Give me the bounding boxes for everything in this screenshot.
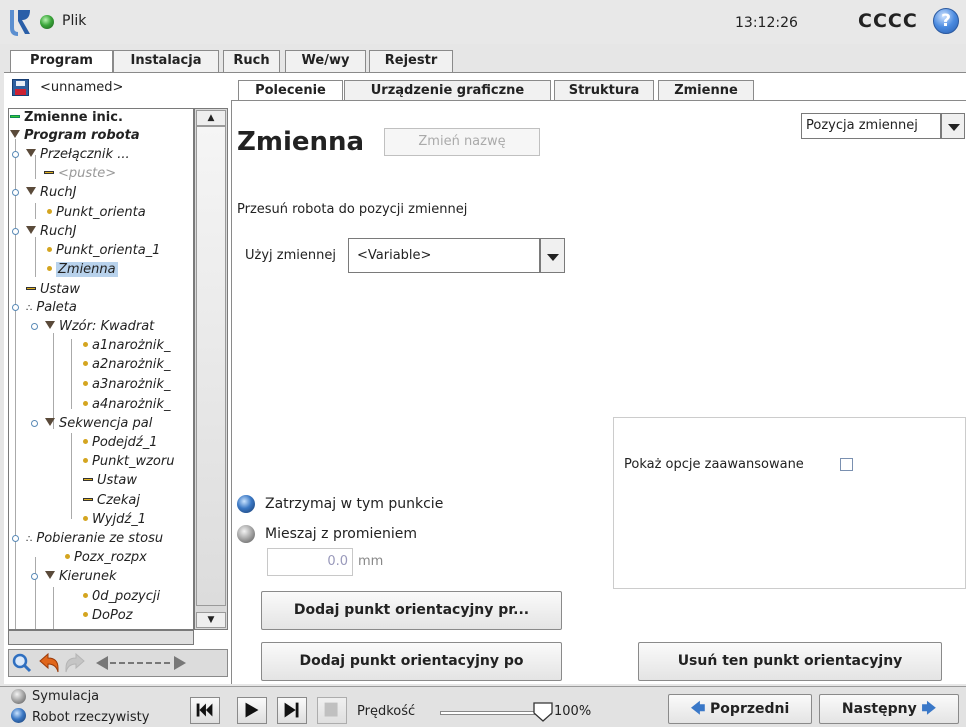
stop-icon xyxy=(324,702,338,717)
tree-node[interactable]: Punkt_wzoru xyxy=(83,454,174,470)
tree-node[interactable]: Punkt_orienta xyxy=(47,205,146,221)
tree-node[interactable]: Przełącznik ... xyxy=(26,147,130,163)
tree-node[interactable]: Sekwencja pal xyxy=(45,416,152,432)
next-label: Następny xyxy=(841,701,917,717)
tree-node[interactable]: Ustaw xyxy=(26,282,80,298)
tab-command[interactable]: Polecenie xyxy=(238,80,343,101)
tree-node[interactable]: Kierunek xyxy=(45,569,116,585)
variable-select[interactable]: <Variable> xyxy=(348,238,540,273)
tab-log[interactable]: Rejestr xyxy=(369,50,453,72)
advanced-options-label: Pokaż opcje zaawansowane xyxy=(624,457,804,472)
tree-node[interactable]: a1narożnik_ xyxy=(83,338,170,354)
program-tree[interactable]: Zmienne inic. Program robota Przełącznik… xyxy=(8,108,194,630)
clock: 13:12:26 xyxy=(735,15,798,31)
previous-button[interactable]: 🡄 Poprzedni xyxy=(668,694,812,724)
top-bar xyxy=(0,0,966,44)
delete-waypoint-button[interactable]: Usuń ten punkt orientacyjny xyxy=(638,642,942,681)
tab-variables[interactable]: Zmienne xyxy=(658,80,754,100)
robot-name: CCCC xyxy=(858,10,918,32)
tree-node[interactable]: Czekaj xyxy=(83,493,140,509)
blend-radius-radio[interactable] xyxy=(237,525,255,543)
file-menu[interactable]: Plik xyxy=(62,13,86,29)
tree-node[interactable]: Wyjdź_1 xyxy=(83,512,146,528)
simulation-label: Symulacja xyxy=(32,689,100,704)
ur-logo-icon xyxy=(10,10,30,36)
add-waypoint-before-button[interactable]: Dodaj punkt orientacyjny pr... xyxy=(261,591,562,630)
redo-icon[interactable] xyxy=(64,652,86,674)
tree-node[interactable]: Podejdź_1 xyxy=(83,435,158,451)
advanced-options-panel xyxy=(613,417,966,589)
page-title: Zmienna xyxy=(237,127,365,157)
stop-at-point-label: Zatrzymaj w tym punkcie xyxy=(265,496,444,512)
step-forward-icon xyxy=(284,702,299,718)
tree-node[interactable]: Wzór: Kwadrat xyxy=(45,319,154,335)
scroll-down-icon[interactable]: ▼ xyxy=(196,612,226,628)
advanced-options-checkbox[interactable] xyxy=(840,458,853,471)
instruction-text: Przesuń robota do pozycji zmiennej xyxy=(237,202,468,217)
undo-icon[interactable] xyxy=(38,652,60,674)
skip-back-button[interactable] xyxy=(190,697,220,724)
tree-node[interactable]: a3narożnik_ xyxy=(83,377,170,393)
tree-node-selected[interactable]: Zmienna xyxy=(47,262,118,278)
rename-button[interactable]: Zmień nazwę xyxy=(384,128,540,156)
chevron-down-icon[interactable] xyxy=(540,238,565,273)
tree-node[interactable]: Pozx_rozpx xyxy=(65,550,147,566)
tab-structure[interactable]: Struktura xyxy=(554,80,654,100)
speed-label: Prędkość xyxy=(357,704,416,719)
arrow-left-icon: 🡄 xyxy=(690,701,706,717)
move-node-icon[interactable] xyxy=(94,654,188,672)
tree-node[interactable]: Program robota xyxy=(10,128,140,144)
stop-at-point-radio[interactable] xyxy=(237,495,255,513)
tree-node[interactable]: a2narożnik_ xyxy=(83,357,170,373)
skip-back-icon xyxy=(196,703,213,717)
scroll-up-icon[interactable]: ▲ xyxy=(196,110,226,126)
save-icon[interactable] xyxy=(12,79,29,96)
tab-installation[interactable]: Instalacja xyxy=(113,50,219,72)
tree-node[interactable]: Punkt_orienta_1 xyxy=(47,243,160,259)
speed-value: 100% xyxy=(554,704,592,719)
simulation-radio[interactable] xyxy=(11,689,26,704)
program-name: <unnamed> xyxy=(40,80,124,95)
play-icon xyxy=(245,702,259,718)
tree-node[interactable]: 0d_pozycji xyxy=(83,589,160,605)
blend-radius-label: Mieszaj z promieniem xyxy=(265,526,417,542)
stop-button[interactable] xyxy=(317,697,347,724)
search-icon[interactable] xyxy=(12,653,32,673)
tree-node[interactable]: <puste> xyxy=(44,166,116,182)
position-type-select[interactable]: Pozycja zmiennej xyxy=(801,113,941,139)
tab-graphics[interactable]: Urządzenie graficzne xyxy=(344,80,551,100)
globe-icon[interactable] xyxy=(40,15,54,29)
add-waypoint-after-button[interactable]: Dodaj punkt orientacyjny po xyxy=(261,642,562,681)
tab-move[interactable]: Ruch xyxy=(223,50,280,72)
tab-program[interactable]: Program xyxy=(10,50,113,74)
scrollbar-thumb[interactable] xyxy=(196,126,226,606)
chevron-down-icon[interactable] xyxy=(941,113,965,139)
tree-node[interactable]: Zmienne inic. xyxy=(10,110,123,126)
blend-radius-input[interactable]: 0.0 xyxy=(267,548,353,576)
tree-node[interactable]: a4narożnik_ xyxy=(83,397,170,413)
next-button[interactable]: Następny 🡆 xyxy=(819,694,959,724)
play-button[interactable] xyxy=(237,697,267,724)
radius-unit: mm xyxy=(358,554,384,569)
tree-node[interactable]: ∴ Paleta xyxy=(26,300,77,317)
real-robot-label: Robot rzeczywisty xyxy=(32,710,150,725)
tree-node[interactable]: DoPoz xyxy=(83,608,133,624)
tab-io[interactable]: We/wy xyxy=(285,50,366,72)
real-robot-radio[interactable] xyxy=(11,708,26,723)
previous-label: Poprzedni xyxy=(710,701,790,717)
use-variable-label: Użyj zmiennej xyxy=(245,248,336,263)
tree-node[interactable]: RuchJ xyxy=(26,224,77,240)
tree-node[interactable]: RuchJ xyxy=(26,185,77,201)
arrow-right-icon: 🡆 xyxy=(921,701,937,717)
step-button[interactable] xyxy=(277,697,307,724)
tree-horizontal-scrollbar[interactable] xyxy=(8,630,194,645)
tree-node[interactable]: ∴ Pobieranie ze stosu xyxy=(26,531,163,548)
help-icon[interactable]: ? xyxy=(933,8,959,34)
tree-node[interactable]: Ustaw xyxy=(83,473,137,489)
speed-slider-handle[interactable] xyxy=(532,701,554,723)
